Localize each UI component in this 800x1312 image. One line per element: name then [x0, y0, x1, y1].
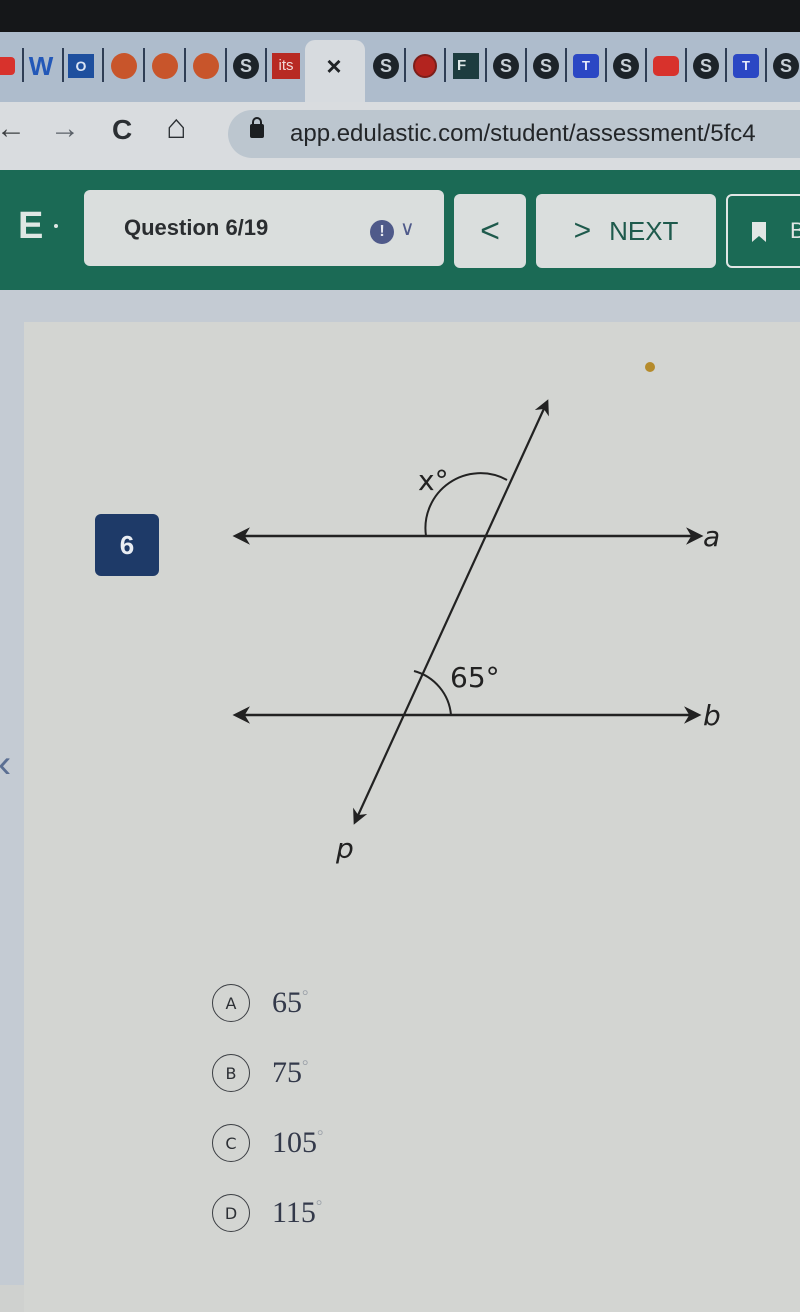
option-d-text: 115° [272, 1196, 323, 1229]
option-d-radio[interactable]: D [212, 1194, 250, 1232]
option-a-radio[interactable]: A [212, 984, 250, 1022]
option-a[interactable]: A 65° [212, 984, 308, 1022]
angle-65-arc [413, 670, 452, 716]
geometry-diagram: a b p x° 65° [232, 399, 721, 865]
label-65-angle: 65° [450, 661, 500, 694]
option-c-text: 105° [272, 1126, 324, 1159]
transversal-p [353, 399, 549, 825]
label-b: b [703, 699, 721, 732]
option-c-radio[interactable]: C [212, 1124, 250, 1162]
label-x-angle: x° [418, 464, 449, 497]
option-b-radio[interactable]: B [212, 1054, 250, 1092]
option-c[interactable]: C 105° [212, 1124, 323, 1162]
option-d[interactable]: D 115° [212, 1194, 322, 1232]
label-p: p [335, 832, 354, 865]
option-b[interactable]: B 75° [212, 1054, 308, 1092]
option-b-text: 75° [272, 1056, 309, 1089]
label-a: a [703, 520, 720, 553]
option-a-text: 65° [272, 986, 309, 1019]
